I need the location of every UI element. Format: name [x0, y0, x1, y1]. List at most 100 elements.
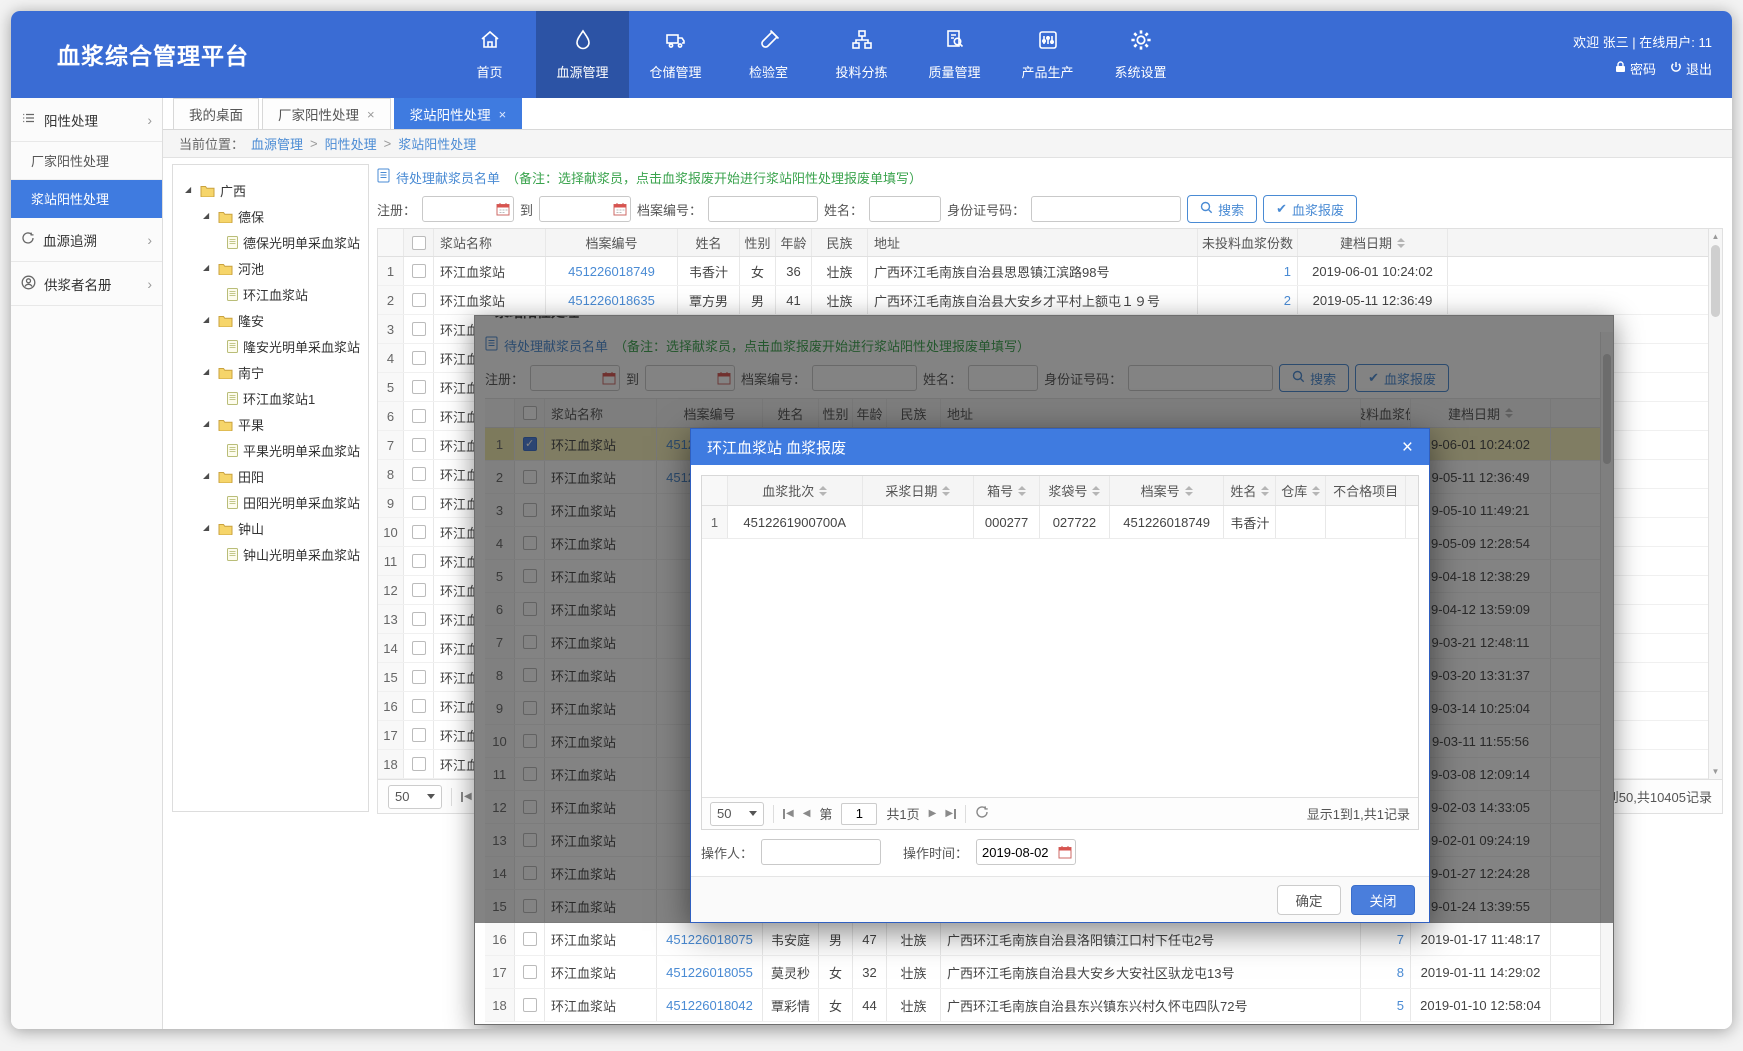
tree-node[interactable]: ◢ 环江血浆站1	[181, 385, 360, 411]
breadcrumb-link[interactable]: 阳性处理	[325, 134, 377, 153]
search-button[interactable]: 搜索	[1187, 195, 1257, 223]
name-input[interactable]	[869, 196, 941, 222]
table-row[interactable]: 16 环江血浆站 451226018075 韦安庭 男 47 壮族 广西环江毛南…	[485, 923, 1603, 956]
expand-icon[interactable]: ◢	[203, 264, 213, 272]
sort-column-header[interactable]: 档案号	[1110, 476, 1225, 505]
table-row[interactable]: 1 环江血浆站 451226018749 韦香汁 女 36 壮族 广西环江毛南族…	[378, 257, 1722, 286]
sort-column-header[interactable]: 采浆日期	[863, 476, 975, 505]
expand-icon[interactable]: ◢	[203, 368, 213, 376]
row-checkbox[interactable]	[523, 932, 537, 946]
scrollbar-thumb[interactable]	[1711, 245, 1720, 317]
nav-settings[interactable]: 系统设置	[1094, 11, 1187, 98]
sort-column-header[interactable]: 浆袋号	[1040, 476, 1110, 505]
sidebar-group-positive-handling[interactable]: 阳性处理 ›	[11, 98, 162, 142]
scroll-down-icon[interactable]: ▼	[1709, 767, 1722, 776]
table-scrollbar[interactable]: ▲ ▼	[1708, 229, 1722, 779]
row-checkbox[interactable]	[523, 965, 537, 979]
tree-node[interactable]: ◢ 环江血浆站	[181, 281, 360, 307]
tree-node[interactable]: ◢ 田阳光明单采血浆站	[181, 489, 360, 515]
table-row[interactable]: 18 环江血浆站 451226018042 覃彩情 女 44 壮族 广西环江毛南…	[485, 989, 1603, 1022]
row-checkbox[interactable]	[412, 322, 426, 336]
last-page-button[interactable]: ▶	[945, 808, 956, 819]
tree-node[interactable]: ◢ 钟山光明单采血浆站	[181, 541, 360, 567]
nav-quality[interactable]: 质量管理	[908, 11, 1001, 98]
row-checkbox[interactable]	[412, 525, 426, 539]
tree-node[interactable]: ◢ 隆安光明单采血浆站	[181, 333, 360, 359]
expand-icon[interactable]: ◢	[203, 472, 213, 480]
nav-warehouse[interactable]: 仓储管理	[629, 11, 722, 98]
sidebar-item-station-positive[interactable]: 浆站阳性处理	[11, 180, 162, 218]
tree-node[interactable]: ◢ 钟山	[181, 515, 360, 541]
row-checkbox[interactable]	[412, 496, 426, 510]
password-button[interactable]: 密码	[1615, 59, 1656, 78]
row-checkbox[interactable]	[523, 998, 537, 1012]
prev-page-button[interactable]: ◀	[803, 808, 811, 819]
row-checkbox[interactable]	[412, 351, 426, 365]
nav-lab[interactable]: 检验室	[722, 11, 815, 98]
row-checkbox[interactable]	[412, 380, 426, 394]
table-row[interactable]: 1 4512261900700A 000277 027722 451226018…	[702, 506, 1418, 539]
first-page-button[interactable]: ◀	[783, 808, 794, 819]
first-page-button[interactable]: ◀	[461, 791, 472, 802]
id-no-input[interactable]	[1031, 196, 1181, 222]
nav-home[interactable]: 首页	[443, 11, 536, 98]
table-row[interactable]: 17 环江血浆站 451226018055 莫灵秒 女 32 壮族 广西环江毛南…	[485, 956, 1603, 989]
expand-icon[interactable]: ◢	[203, 524, 213, 532]
row-checkbox[interactable]	[412, 264, 426, 278]
row-checkbox[interactable]	[412, 554, 426, 568]
nav-blood-source[interactable]: 血源管理	[536, 11, 629, 98]
tree-node[interactable]: ◢ 平果光明单采血浆站	[181, 437, 360, 463]
breadcrumb-link[interactable]: 血源管理	[251, 134, 303, 153]
row-checkbox[interactable]	[412, 699, 426, 713]
row-checkbox[interactable]	[412, 293, 426, 307]
table-row[interactable]: 2 环江血浆站 451226018635 覃方男 男 41 壮族 广西环江毛南族…	[378, 286, 1722, 315]
sort-column-header[interactable]: 箱号	[974, 476, 1040, 505]
select-all-checkbox[interactable]	[412, 236, 426, 250]
close-button[interactable]: 关闭	[1351, 885, 1415, 915]
breadcrumb-link[interactable]: 浆站阳性处理	[398, 134, 476, 153]
nav-sorting[interactable]: 投料分拣	[815, 11, 908, 98]
sort-column-header[interactable]: 仓库	[1276, 476, 1326, 505]
nav-production[interactable]: 产品生产	[1001, 11, 1094, 98]
row-checkbox[interactable]	[412, 467, 426, 481]
sidebar-group-donor-roster[interactable]: 供浆者名册 ›	[11, 262, 162, 306]
tree-node[interactable]: ◢ 广西	[181, 177, 360, 203]
file-no-link[interactable]: 451226018042	[657, 989, 763, 1021]
file-no-link[interactable]: 451226018075	[657, 923, 763, 955]
close-icon[interactable]: ×	[499, 107, 507, 122]
operator-input[interactable]	[761, 839, 881, 865]
tree-node[interactable]: ◢ 平果	[181, 411, 360, 437]
confirm-button[interactable]: 确定	[1277, 885, 1341, 915]
row-checkbox[interactable]	[412, 670, 426, 684]
sort-column-header[interactable]: 血浆批次	[728, 476, 863, 505]
file-no-link[interactable]: 451226018749	[546, 257, 678, 285]
sidebar-item-factory-positive[interactable]: 厂家阳性处理	[11, 142, 162, 180]
file-no-input[interactable]	[708, 196, 818, 222]
tab-factory-positive[interactable]: 厂家阳性处理 ×	[262, 98, 391, 129]
tree-node[interactable]: ◢ 隆安	[181, 307, 360, 333]
tab-my-desktop[interactable]: 我的桌面	[173, 98, 259, 129]
tree-node[interactable]: ◢ 田阳	[181, 463, 360, 489]
page-size-select[interactable]: 50	[710, 802, 764, 826]
file-no-link[interactable]: 451226018055	[657, 956, 763, 988]
expand-icon[interactable]: ◢	[203, 420, 213, 428]
page-size-select[interactable]: 50	[388, 785, 442, 809]
row-checkbox[interactable]	[412, 583, 426, 597]
row-checkbox[interactable]	[412, 612, 426, 626]
tab-station-positive[interactable]: 浆站阳性处理 ×	[394, 98, 523, 129]
next-page-button[interactable]: ▶	[929, 808, 937, 819]
close-icon[interactable]: ×	[1402, 438, 1413, 457]
sort-column-header[interactable]: 姓名	[1224, 476, 1276, 505]
sidebar-group-blood-trace[interactable]: 血源追溯 ›	[11, 218, 162, 262]
expand-icon[interactable]: ◢	[203, 212, 213, 220]
row-checkbox[interactable]	[412, 409, 426, 423]
row-checkbox[interactable]	[412, 438, 426, 452]
row-checkbox[interactable]	[412, 728, 426, 742]
close-icon[interactable]: ×	[367, 107, 375, 122]
tree-node[interactable]: ◢ 南宁	[181, 359, 360, 385]
file-no-link[interactable]: 451226018635	[546, 286, 678, 314]
expand-icon[interactable]: ◢	[185, 186, 195, 194]
tree-node[interactable]: ◢ 河池	[181, 255, 360, 281]
logout-button[interactable]: 退出	[1670, 59, 1712, 78]
sort-column-header[interactable]: 建档日期	[1298, 229, 1448, 256]
